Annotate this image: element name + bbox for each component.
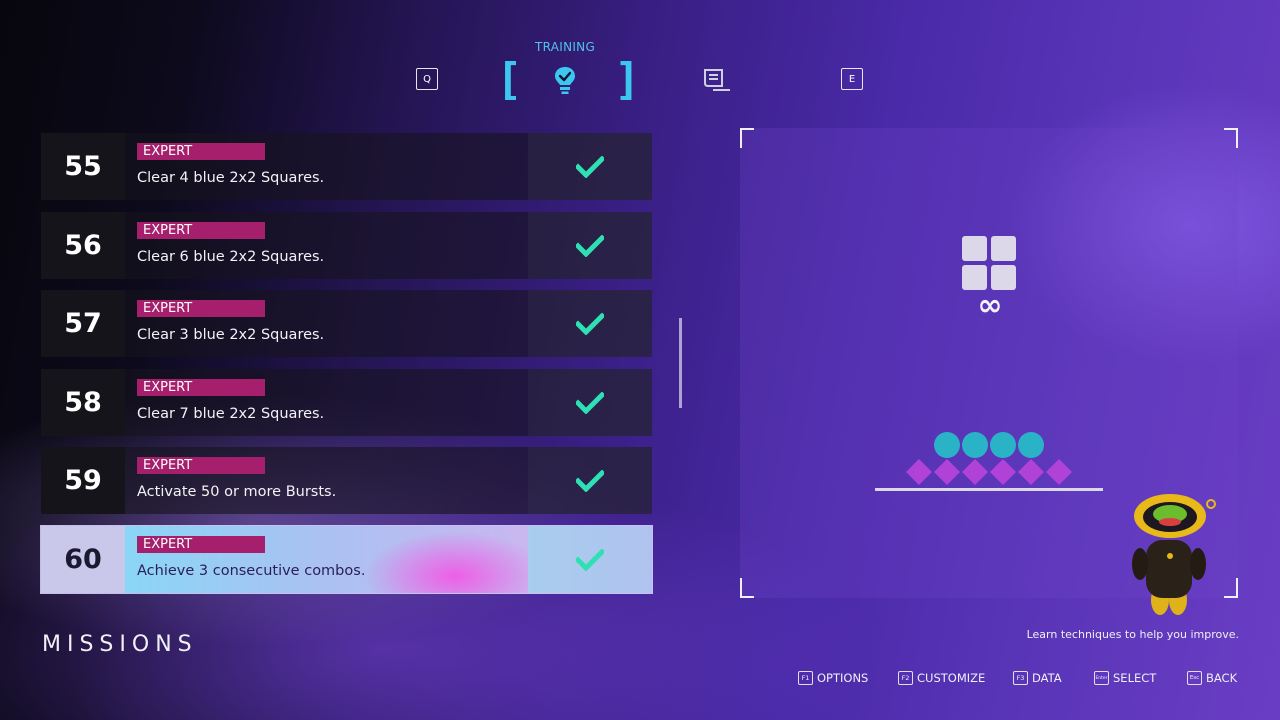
mission-status-cell: [528, 133, 652, 200]
frame-corner: [740, 128, 754, 148]
checkmark-icon: [576, 312, 604, 335]
mission-number: 60: [41, 526, 125, 593]
lightbulb-icon: [555, 67, 575, 94]
options-label: OPTIONS: [817, 671, 869, 685]
mission-row[interactable]: 56 EXPERT Clear 6 blue 2x2 Squares.: [41, 212, 652, 279]
mission-description: Clear 6 blue 2x2 Squares.: [137, 249, 325, 265]
mission-number: 57: [41, 290, 125, 357]
frame-corner: [740, 578, 754, 598]
mission-description: Achieve 3 consecutive combos.: [137, 563, 366, 579]
mission-number: 58: [41, 369, 125, 436]
difficulty-badge: EXPERT: [137, 536, 265, 553]
mission-description-cell: EXPERT Clear 6 blue 2x2 Squares.: [125, 212, 528, 279]
difficulty-badge: EXPERT: [137, 300, 265, 317]
mission-description: Clear 4 blue 2x2 Squares.: [137, 170, 325, 186]
difficulty-badge: EXPERT: [137, 222, 265, 239]
esc-key-icon: Esc: [1187, 671, 1202, 685]
mission-number: 59: [41, 447, 125, 514]
square-block-icon: [962, 236, 1018, 292]
mission-row[interactable]: 59 EXPERT Activate 50 or more Bursts.: [41, 447, 652, 514]
tab-selection-bracket-right: ]: [614, 54, 641, 105]
select-button[interactable]: Enter SELECT: [1094, 671, 1156, 685]
difficulty-badge: EXPERT: [137, 143, 265, 160]
mission-number: 56: [41, 212, 125, 279]
checkmark-icon: [576, 155, 604, 178]
infinity-icon: ∞: [977, 288, 1003, 323]
section-title: MISSIONS: [42, 632, 198, 657]
astronaut-mascot-icon: [1132, 494, 1216, 615]
mission-description-cell: EXPERT Activate 50 or more Bursts.: [125, 447, 528, 514]
next-tab-key[interactable]: E: [841, 68, 863, 90]
mission-row[interactable]: 60 EXPERT Achieve 3 consecutive combos.: [40, 525, 653, 594]
active-tab-label: TRAINING: [534, 40, 596, 54]
prev-tab-key[interactable]: Q: [416, 68, 438, 90]
tab-training[interactable]: [550, 64, 580, 96]
mission-status-cell: [528, 212, 652, 279]
scrollbar[interactable]: [679, 318, 682, 408]
mission-number: 55: [41, 133, 125, 200]
mission-description: Activate 50 or more Bursts.: [137, 484, 337, 500]
back-button[interactable]: Esc BACK: [1187, 671, 1237, 685]
select-label: SELECT: [1113, 671, 1157, 685]
frame-corner: [1224, 128, 1238, 148]
difficulty-badge: EXPERT: [137, 379, 265, 396]
mission-description: Clear 3 blue 2x2 Squares.: [137, 327, 325, 343]
difficulty-badge: EXPERT: [137, 457, 265, 474]
data-label: DATA: [1032, 671, 1062, 685]
checkmark-icon: [576, 391, 604, 414]
checkmark-icon: [576, 548, 604, 571]
back-label: BACK: [1206, 671, 1238, 685]
tab-selection-bracket-left: [: [496, 54, 523, 105]
mission-row[interactable]: 57 EXPERT Clear 3 blue 2x2 Squares.: [41, 290, 652, 357]
mission-description-cell: EXPERT Clear 7 blue 2x2 Squares.: [125, 369, 528, 436]
data-button[interactable]: F3 DATA: [1013, 671, 1062, 685]
customize-label: CUSTOMIZE: [917, 671, 986, 685]
mission-preview-panel: ∞: [740, 128, 1238, 615]
mission-description-cell: EXPERT Clear 4 blue 2x2 Squares.: [125, 133, 528, 200]
preview-hint-text: Learn techniques to help you improve.: [1026, 628, 1239, 641]
f1-key-icon: F1: [798, 671, 813, 685]
mission-status-cell: [528, 290, 652, 357]
f2-key-icon: F2: [898, 671, 913, 685]
mission-row[interactable]: 58 EXPERT Clear 7 blue 2x2 Squares.: [41, 369, 652, 436]
customize-button[interactable]: F2 CUSTOMIZE: [898, 671, 985, 685]
mission-row[interactable]: 55 EXPERT Clear 4 blue 2x2 Squares.: [41, 133, 652, 200]
tab-records[interactable]: [700, 66, 732, 94]
checkmark-icon: [576, 234, 604, 257]
mission-description: Clear 7 blue 2x2 Squares.: [137, 406, 325, 422]
combo-stack-illustration: [875, 432, 1103, 491]
mission-status-cell: [528, 369, 652, 436]
mission-status-cell: [528, 526, 652, 593]
options-button[interactable]: F1 OPTIONS: [798, 671, 868, 685]
mission-status-cell: [528, 447, 652, 514]
mission-description-cell: EXPERT Achieve 3 consecutive combos.: [125, 526, 528, 593]
checkmark-icon: [576, 469, 604, 492]
enter-key-icon: Enter: [1094, 671, 1109, 685]
f3-key-icon: F3: [1013, 671, 1028, 685]
mission-description-cell: EXPERT Clear 3 blue 2x2 Squares.: [125, 290, 528, 357]
scroll-icon: [704, 69, 730, 91]
